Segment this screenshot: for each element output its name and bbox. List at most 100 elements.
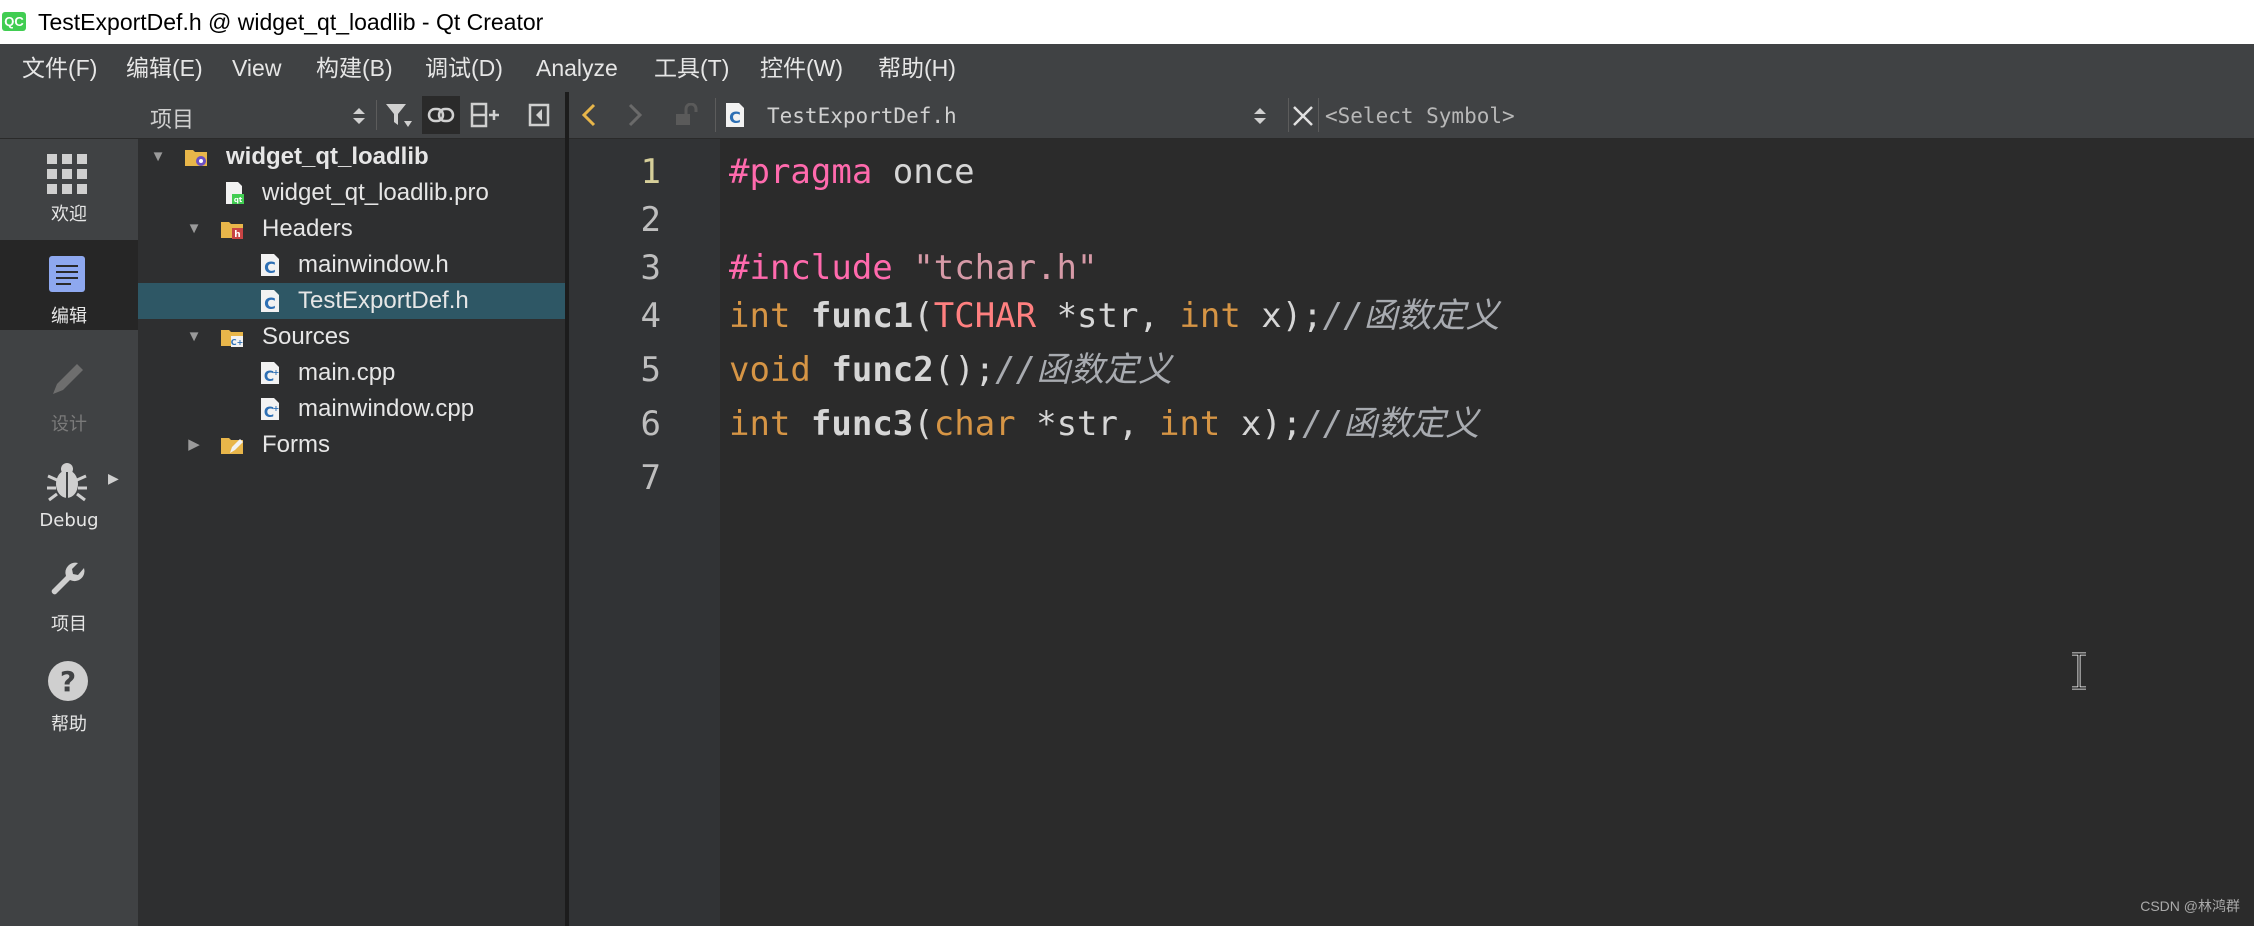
menu-help[interactable]: 帮助(H) [878,54,956,82]
svg-text:?: ? [60,665,76,698]
mode-label: 编辑 [51,306,87,326]
tree-item-label: Headers [262,215,353,242]
tree-item-main-cpp[interactable]: C + main.cpp [138,355,565,391]
close-document-icon[interactable] [1292,105,1314,127]
line-number: 6 [640,404,661,444]
type-keyword: int [729,404,791,444]
mode-projects[interactable]: 项目 [0,560,138,640]
mode-debug[interactable]: ▶ Debug [0,460,138,540]
code-token: *str, [1015,404,1159,444]
updown-arrow-icon [353,108,365,124]
include-string: "tchar.h" [913,248,1098,288]
tree-item-label: Forms [262,431,330,458]
svg-text:C: C [264,294,276,313]
menu-bar: 文件(F) 编辑(E) View 构建(B) 调试(D) Analyze 工具(… [0,44,2254,92]
split-add-icon[interactable] [470,102,500,128]
code-token: ( [913,296,934,336]
watermark: CSDN @林鸿群 [2140,898,2240,914]
code-token: once [872,152,975,192]
document-edit-icon [49,256,85,292]
c-header-file-icon: C [726,103,744,127]
menu-debug[interactable]: 调试(D) [425,54,503,82]
mode-edit[interactable]: 编辑 [0,240,138,330]
mode-design[interactable]: 设计 [0,360,138,440]
code-comment: //函数定义 [1322,296,1500,336]
tree-item-label: mainwindow.cpp [298,395,475,422]
text-cursor-icon [2072,652,2086,690]
tree-item-mainwindow-cpp[interactable]: C + mainwindow.cpp [138,391,565,427]
code-comment: //函数定义 [1302,404,1480,444]
mode-welcome[interactable]: 欢迎 [0,150,138,230]
title-bar: QC TestExportDef.h @ widget_qt_loadlib -… [0,0,2254,44]
line-number: 5 [640,350,661,390]
menu-tools[interactable]: 工具(T) [654,54,729,82]
filter-icon[interactable] [384,101,414,129]
pencil-icon [53,364,83,394]
type-keyword: int [1179,296,1241,336]
code-line: int func3(char *str, int x);//函数定义 [729,404,1479,444]
menu-controls[interactable]: 控件(W) [760,54,843,82]
mode-label: Debug [39,510,99,531]
line-number: 4 [640,296,661,336]
help-icon: ? [48,661,88,701]
type-keyword: char [933,404,1016,444]
tree-item-pro-file[interactable]: qt widget_qt_loadlib.pro [138,175,565,211]
code-token: *str, [1036,296,1180,336]
toolbar-separator [376,100,377,130]
menu-build[interactable]: 构建(B) [316,54,393,82]
qt-creator-logo-icon: QC [2,12,26,31]
tree-item-mainwindow-h[interactable]: C mainwindow.h [138,247,565,283]
toolbar-separator [715,98,716,132]
tree-item-label: main.cpp [298,359,396,386]
unlocked-icon[interactable] [674,103,698,127]
type-keyword: int [1158,404,1221,444]
menu-analyze[interactable]: Analyze [536,54,618,82]
menu-view[interactable]: View [232,54,281,82]
tree-item-testexportdef-h[interactable]: C TestExportDef.h [138,283,565,319]
toolbar-separator [1318,98,1319,132]
svg-text:C: C [729,108,741,127]
mode-label: 设计 [51,414,87,434]
symbol-selector[interactable]: <Select Symbol> [1325,104,1515,128]
tree-item-label: TestExportDef.h [298,287,469,314]
code-token: (); [933,350,996,390]
collapse-arrow-icon[interactable]: ▼ [184,211,204,247]
collapse-arrow-icon[interactable]: ▼ [148,139,168,175]
collapse-arrow-icon[interactable]: ▼ [184,319,204,355]
open-documents-combo[interactable]: C TestExportDef.h [723,96,1285,134]
go-back-icon[interactable] [581,103,597,127]
sync-editor-toggle[interactable] [422,96,460,134]
close-sidebar-icon[interactable] [528,103,550,127]
tree-item-label: Sources [262,323,351,350]
mode-label: 欢迎 [51,204,87,224]
project-view-selector[interactable]: 项目 [144,98,370,132]
window-title: TestExportDef.h @ widget_qt_loadlib - Qt… [38,9,544,35]
code-token: x); [1240,296,1323,336]
code-comment: //函数定义 [995,350,1173,390]
grid-icon [47,154,87,194]
headers-folder-icon: h [221,222,243,240]
code-line: #pragma once [729,152,975,192]
forms-folder-icon [221,438,243,454]
mode-help[interactable]: ? 帮助 [0,660,138,740]
updown-arrow-icon [1254,108,1266,124]
mode-bar-header [0,92,138,139]
c-header-file-icon: C [261,254,279,277]
menu-file[interactable]: 文件(F) [22,54,97,82]
svg-text:qt: qt [234,196,243,204]
go-forward-icon[interactable] [627,103,643,127]
tree-item-forms[interactable]: ▶ Forms [138,427,565,463]
link-icon [427,107,455,123]
code-line: int func1(TCHAR *str, int x);//函数定义 [729,296,1500,336]
menu-edit[interactable]: 编辑(E) [126,54,203,82]
tree-item-headers[interactable]: ▼ h Headers [138,211,565,247]
tree-item-project[interactable]: ▼ widget_qt_loadlib [138,139,565,175]
expand-arrow-icon[interactable]: ▶ [184,427,204,463]
line-number: 7 [640,458,661,498]
preprocessor-directive: #pragma [729,152,873,192]
type-name: TCHAR [933,296,1037,336]
tree-item-sources[interactable]: ▼ C+ Sources [138,319,565,355]
toolbar-separator [1288,98,1289,132]
